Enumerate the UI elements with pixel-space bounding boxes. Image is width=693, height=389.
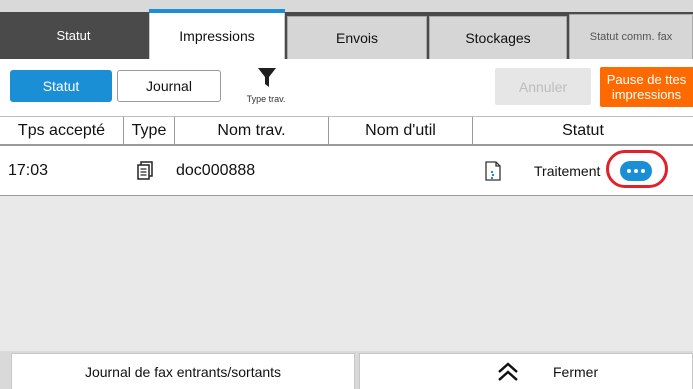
close-button[interactable]: Fermer: [359, 353, 693, 389]
top-strip: [0, 0, 693, 12]
annuler-button[interactable]: Annuler: [495, 68, 591, 105]
column-header-label: Statut: [562, 121, 604, 139]
fax-log-label: Journal de fax entrants/sortants: [84, 363, 282, 380]
job-type-filter-button[interactable]: Type trav.: [236, 65, 296, 105]
tab-label: Stockages: [465, 30, 531, 46]
document-processing-icon: [485, 146, 501, 195]
tab-label: Statut comm. fax: [589, 31, 673, 43]
column-header-time[interactable]: Tps accepté: [0, 117, 124, 144]
table-row[interactable]: 17:03 doc000888 Traitement: [0, 146, 693, 196]
tab-label: Statut: [56, 28, 91, 43]
empty-list-area: [0, 196, 693, 351]
annuler-button-label: Annuler: [518, 78, 568, 95]
pause-button-label: Pause de ttes impressions: [606, 72, 687, 102]
column-header-type[interactable]: Type: [124, 117, 175, 144]
tab-label: Impressions: [179, 28, 255, 44]
table-header: Tps accepté Type Nom trav. Nom d'util St…: [0, 117, 693, 146]
column-header-user-name[interactable]: Nom d'util: [329, 117, 473, 144]
column-header-label: Nom d'util: [365, 121, 436, 139]
more-options-button[interactable]: [620, 161, 652, 181]
filter-label: Type trav.: [246, 94, 286, 104]
job-name: doc000888: [176, 161, 256, 179]
dot: [627, 169, 631, 173]
statut-button[interactable]: Statut: [10, 70, 112, 102]
dot: [634, 169, 638, 173]
column-header-job-name[interactable]: Nom trav.: [175, 117, 329, 144]
document-stack-icon: [136, 146, 154, 195]
job-status: Traitement: [534, 162, 601, 179]
journal-button-label: Journal: [146, 78, 192, 94]
tab-stockages[interactable]: Stockages: [429, 16, 567, 59]
double-chevron-up-icon: [498, 362, 518, 381]
tab-impressions[interactable]: Impressions: [149, 9, 285, 59]
main-panel: Statut Journal Type trav. Annuler Pause …: [0, 59, 693, 351]
job-time: 17:03: [8, 161, 49, 179]
close-label: Fermer: [553, 363, 599, 380]
column-header-label: Nom trav.: [217, 121, 286, 139]
journal-button[interactable]: Journal: [117, 70, 221, 102]
column-header-label: Tps accepté: [17, 121, 106, 139]
column-header-label: Type: [131, 121, 167, 139]
tab-statut-comm-fax[interactable]: Statut comm. fax: [569, 14, 693, 59]
dot: [641, 169, 645, 173]
tab-statut[interactable]: Statut: [0, 12, 147, 59]
funnel-icon: [258, 68, 276, 87]
fax-log-button[interactable]: Journal de fax entrants/sortants: [11, 353, 355, 389]
column-header-status[interactable]: Statut: [473, 117, 693, 144]
statut-button-label: Statut: [42, 78, 80, 94]
pause-all-button[interactable]: Pause de ttes impressions: [600, 67, 693, 107]
tab-envois[interactable]: Envois: [287, 16, 427, 59]
tab-label: Envois: [335, 30, 379, 46]
